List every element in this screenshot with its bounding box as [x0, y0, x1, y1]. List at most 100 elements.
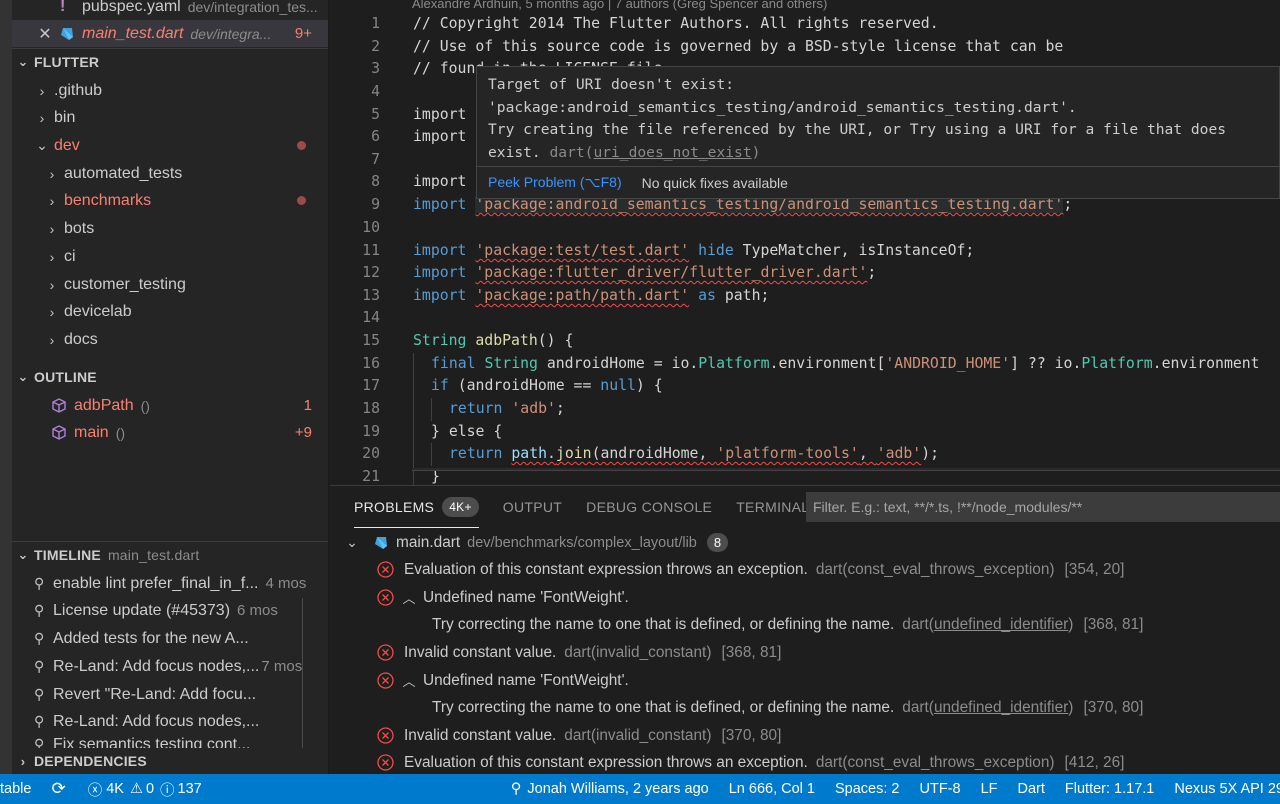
timeline-item-label: enable lint prefer_final_in_f... [53, 574, 259, 592]
tree-label: .github [54, 81, 103, 99]
dependencies-section-header[interactable]: › DEPENDENCIES [12, 748, 328, 774]
status-blame[interactable]: ⚲ Jonah Williams, 2 years ago [511, 781, 709, 797]
problem-row[interactable]: Evaluation of this constant expression t… [330, 556, 1280, 584]
tree-folder-bots[interactable]: › bots [12, 215, 328, 242]
problem-rule[interactable]: invalid_constant [596, 644, 706, 661]
problem-rule[interactable]: invalid_constant [596, 727, 706, 744]
status-info-count: 137 [177, 781, 202, 797]
problem-rule[interactable]: undefined_identifier [934, 616, 1068, 633]
problem-row[interactable]: ︿ Undefined name 'FontWeight'. [330, 667, 1280, 695]
timeline-file: main_test.dart [107, 547, 200, 563]
tab-terminal[interactable]: TERMINAL [736, 486, 809, 528]
timeline-item[interactable]: ⚲ Fix semantics testing cont... [12, 736, 328, 748]
problems-filter-input[interactable]: Filter. E.g.: text, **/*.ts, !**/node_mo… [806, 492, 1280, 522]
tree-folder-automated-tests[interactable]: › automated_tests [12, 160, 328, 187]
tree-folder-docs[interactable]: › docs [12, 326, 328, 353]
problem-count-badge: +9 [294, 424, 312, 441]
tab-problems[interactable]: PROBLEMS 4K+ [354, 486, 479, 528]
timeline-item[interactable]: ⚲ enable lint prefer_final_in_f... 4 mos [12, 570, 328, 597]
chevron-up-icon[interactable]: ︿ [395, 588, 423, 607]
timeline-item-age: 6 mos [237, 602, 278, 619]
chevron-right-icon: › [20, 753, 26, 769]
tree-folder-dev[interactable]: ⌄ dev [12, 132, 328, 159]
status-branch-label[interactable]: table [0, 781, 31, 797]
open-editor-name: pubspec.yaml [82, 0, 181, 15]
problem-detail-row[interactable]: Try correcting the name to one that is d… [330, 694, 1280, 722]
status-cursor-position[interactable]: Ln 666, Col 1 [729, 781, 815, 797]
tree-folder-customer-testing[interactable]: › customer_testing [12, 271, 328, 298]
problem-detail-row[interactable]: Try correcting the name to one that is d… [330, 611, 1280, 639]
problem-message: Invalid constant value. [404, 726, 557, 744]
problem-message: Try correcting the name to one that is d… [432, 698, 895, 716]
outline-item-adbpath[interactable]: adbPath () 1 [12, 392, 328, 419]
timeline-item-label: Revert "Re-Land: Add focu... [53, 685, 257, 703]
tree-label: dev [54, 136, 80, 154]
outline-section-header[interactable]: ⌄ OUTLINE [12, 363, 328, 391]
timeline-item[interactable]: ⚲ Revert "Re-Land: Add focu... [12, 681, 328, 708]
timeline-section-header[interactable]: ⌄ TIMELINE main_test.dart [12, 541, 328, 569]
filter-placeholder: Filter. E.g.: text, **/*.ts, !**/node_mo… [813, 499, 1083, 515]
chevron-right-icon: › [49, 165, 55, 182]
codelens-blame[interactable]: Alexandre Ardhuin, 5 months ago | 7 auth… [412, 0, 827, 11]
code-line: 15 String adbPath() { [362, 332, 574, 349]
problems-file-row[interactable]: ⌄ main.dart dev/benchmarks/complex_layou… [330, 529, 1280, 557]
tree-folder-github[interactable]: › .github [12, 77, 328, 104]
timeline-item[interactable]: ⚲ Re-Land: Add focus nodes,... 7 mos [12, 653, 328, 680]
outline-item-params: () [115, 424, 126, 441]
problem-count-badge: 1 [303, 397, 312, 414]
problems-file-count: 8 [706, 533, 729, 553]
code-line: 20 return path.join(androidHome, 'platfor… [330, 443, 1280, 466]
tree-folder-devicelab[interactable]: › devicelab [12, 298, 328, 325]
chevron-right-icon: › [49, 331, 55, 348]
timeline-item[interactable]: ⚲ License update (#45373) 6 mos [12, 597, 328, 624]
status-encoding[interactable]: UTF-8 [919, 781, 960, 797]
peek-problem-link[interactable]: Peek Problem (⌥F8) [488, 174, 622, 191]
status-eol[interactable]: LF [981, 781, 998, 797]
problem-row[interactable]: Invalid constant value. dart(invalid_con… [330, 639, 1280, 667]
timeline-item-label: Added tests for the new A... [53, 629, 249, 647]
outline-item-main[interactable]: main () +9 [12, 419, 328, 446]
status-device[interactable]: Nexus 5X API 29 [1174, 781, 1280, 797]
status-indentation[interactable]: Spaces: 2 [835, 781, 900, 797]
commit-icon: ⚲ [34, 630, 45, 646]
status-bar: table ⟳ ⓧ 4K ⚠ 0 ⓘ 137 ⚲ Jonah Williams,… [0, 774, 1280, 804]
tab-output[interactable]: OUTPUT [503, 486, 562, 528]
tab-label: PROBLEMS [354, 498, 435, 515]
timeline-item[interactable]: ⚲ Re-Land: Add focus nodes,... [12, 708, 328, 735]
timeline-item[interactable]: ⚲ Added tests for the new A... [12, 625, 328, 652]
explorer-title: FLUTTER [34, 54, 100, 70]
open-editor-path: dev/integra... [190, 25, 272, 42]
tree-folder-benchmarks[interactable]: › benchmarks [12, 187, 328, 214]
problem-position: [370, 80] [721, 726, 782, 744]
hover-rule-link[interactable]: uri_does_not_exist [593, 144, 751, 161]
close-icon[interactable]: ✕ [30, 24, 60, 44]
open-editor-item[interactable]: ! pubspec.yaml dev/integration_tes... [12, 0, 328, 20]
error-icon [377, 727, 394, 744]
status-problems[interactable]: ⓧ 4K ⚠ 0 ⓘ 137 [88, 779, 202, 800]
status-language[interactable]: Dart [1018, 781, 1045, 797]
problem-rule[interactable]: undefined_identifier [934, 699, 1068, 716]
error-icon [377, 672, 394, 689]
exclamation-icon: ! [60, 0, 66, 15]
code-line: 16 final String androidHome = io.Platform… [330, 353, 1280, 376]
commit-icon: ⚲ [34, 713, 45, 729]
status-flutter-version[interactable]: Flutter: 1.17.1 [1065, 781, 1154, 797]
code-line: 12 import 'package:flutter_driver/flutter… [362, 264, 877, 281]
problem-row[interactable]: ︿ Undefined name 'FontWeight'. [330, 584, 1280, 612]
problem-row[interactable]: Invalid constant value. dart(invalid_con… [330, 722, 1280, 750]
explorer-section-header[interactable]: ⌄ FLUTTER [12, 48, 328, 76]
tree-folder-ci[interactable]: › ci [12, 243, 328, 270]
problems-file-name: main.dart [396, 533, 461, 551]
problem-rule[interactable]: const_eval_throws_exception [847, 754, 1049, 771]
code-line: 19} else { [330, 421, 1280, 444]
problem-rule[interactable]: const_eval_throws_exception [847, 561, 1049, 578]
tree-folder-bin[interactable]: › bin [12, 104, 328, 131]
tree-label: automated_tests [64, 164, 183, 182]
open-editor-item-active[interactable]: ✕ main_test.dart dev/integra... 9+ [12, 20, 328, 47]
sync-icon[interactable]: ⟳ [51, 779, 65, 799]
problem-row[interactable]: Evaluation of this constant expression t… [330, 749, 1280, 774]
chevron-up-icon[interactable]: ︿ [395, 671, 423, 690]
horizontal-scrollbar[interactable] [412, 468, 1280, 471]
dart-icon [60, 27, 82, 41]
tab-debug-console[interactable]: DEBUG CONSOLE [586, 486, 712, 528]
